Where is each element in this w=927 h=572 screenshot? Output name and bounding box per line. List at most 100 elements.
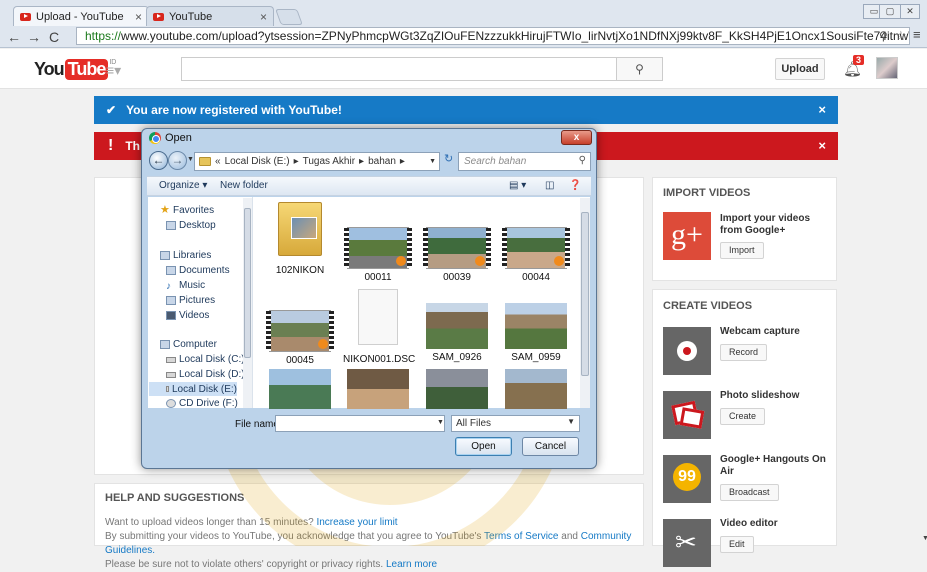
- edit-button[interactable]: Edit: [720, 536, 754, 553]
- nav-drive-c[interactable]: Local Disk (C:): [166, 354, 245, 365]
- guide-menu-icon[interactable]: ≡▾: [106, 62, 121, 79]
- file-item[interactable]: [265, 369, 335, 409]
- breadcrumb-overflow: «: [215, 156, 221, 167]
- youtube-favicon-icon: [153, 12, 164, 21]
- file-item[interactable]: [501, 369, 571, 409]
- search-input[interactable]: [181, 57, 617, 81]
- recent-locations-icon[interactable]: ▼: [187, 156, 194, 163]
- nav-computer[interactable]: Computer: [160, 339, 217, 350]
- learn-more-link[interactable]: Learn more: [386, 559, 437, 570]
- photo-thumbnail: [426, 369, 488, 409]
- file-item[interactable]: SAM_0926: [422, 303, 492, 363]
- bookmark-star-icon[interactable]: ☆: [895, 28, 907, 44]
- import-button[interactable]: Import: [720, 242, 764, 259]
- create-button[interactable]: Create: [720, 408, 766, 425]
- breadcrumb-drive[interactable]: Local Disk (E:): [225, 156, 290, 167]
- breadcrumb-current[interactable]: bahan: [368, 156, 396, 167]
- file-item[interactable]: NIKON001.DSC: [343, 289, 416, 365]
- dialog-forward-icon[interactable]: →: [168, 151, 187, 170]
- close-tab-icon[interactable]: ×: [135, 10, 142, 24]
- registered-message: You are now registered with YouTube!: [126, 103, 342, 117]
- terms-link[interactable]: Terms of Service: [484, 531, 558, 542]
- file-name-input[interactable]: [275, 415, 445, 432]
- photo-thumbnail: [505, 303, 567, 349]
- record-button[interactable]: Record: [720, 344, 768, 361]
- help-icon[interactable]: ❓: [569, 180, 581, 191]
- nav-drive-f[interactable]: CD Drive (F:): [166, 398, 238, 409]
- view-options-icon[interactable]: ▤ ▾: [509, 180, 526, 191]
- slideshow-title: Photo slideshow: [720, 390, 800, 401]
- nav-desktop[interactable]: Desktop: [166, 220, 216, 231]
- file-item[interactable]: 00011: [343, 227, 413, 283]
- dialog-toolbar: Organize ▾ New folder ▤ ▾ ◫ ❓: [147, 176, 591, 196]
- close-tab-icon[interactable]: ×: [260, 10, 267, 24]
- file-type-select[interactable]: All Files ▼: [451, 415, 580, 432]
- forward-icon[interactable]: →: [24, 29, 44, 45]
- reload-icon[interactable]: C: [44, 29, 64, 45]
- increase-limit-link[interactable]: Increase your limit: [316, 517, 397, 528]
- tab-youtube[interactable]: YouTube ×: [146, 6, 274, 26]
- file-item[interactable]: 102NIKON: [265, 202, 335, 276]
- close-banner-icon[interactable]: ×: [818, 138, 826, 153]
- file-list: 102NIKON 00011 00039 00044 00045 NIKON00…: [253, 197, 590, 409]
- avatar[interactable]: [876, 57, 898, 79]
- nav-favorites[interactable]: ★ Favorites: [160, 204, 214, 217]
- zoom-icon[interactable]: ⚲: [879, 29, 888, 43]
- folder-icon: [199, 157, 211, 166]
- search-button[interactable]: ⚲: [616, 57, 663, 81]
- gplus-import-title: Import your videos from Google+: [720, 213, 811, 236]
- nav-drive-e[interactable]: Local Disk (E:): [149, 382, 237, 396]
- close-banner-icon[interactable]: ×: [818, 102, 826, 117]
- breadcrumb-folder[interactable]: Tugas Akhir: [303, 156, 355, 167]
- notification-count-badge: 3: [853, 55, 865, 65]
- organize-button[interactable]: Organize ▾: [159, 180, 207, 191]
- preview-pane-icon[interactable]: ◫: [545, 180, 554, 191]
- nav-pane-scrollbar[interactable]: [243, 198, 252, 408]
- help-text: Want to upload videos longer than 15 min…: [105, 517, 314, 528]
- file-item[interactable]: 00039: [422, 227, 492, 283]
- file-name: 102NIKON: [275, 265, 325, 276]
- cancel-button[interactable]: Cancel: [522, 437, 579, 456]
- help-section: HELP AND SUGGESTIONS Want to upload vide…: [94, 483, 644, 570]
- file-name: NIKON001.DSC: [343, 354, 416, 365]
- nav-drive-d[interactable]: Local Disk (D:): [166, 369, 245, 380]
- refresh-icon[interactable]: ↻: [444, 152, 456, 171]
- nav-music[interactable]: ♪ Music: [166, 280, 205, 292]
- page-scroll-down-icon[interactable]: ▼: [922, 535, 927, 542]
- upload-button[interactable]: Upload: [775, 58, 825, 80]
- nav-documents[interactable]: Documents: [166, 265, 230, 276]
- file-item[interactable]: 00045: [265, 310, 335, 366]
- dialog-search-input[interactable]: Search bahan ⚲: [458, 152, 591, 171]
- file-item[interactable]: 00044: [501, 227, 571, 283]
- dialog-close-button[interactable]: x: [561, 130, 592, 145]
- file-name-dropdown-icon[interactable]: ▼: [437, 419, 444, 426]
- nav-pictures[interactable]: Pictures: [166, 295, 215, 306]
- file-name: SAM_0959: [511, 352, 561, 363]
- file-item[interactable]: [343, 369, 413, 409]
- youtube-logo[interactable]: You Tube ID: [34, 59, 116, 80]
- address-dropdown-icon[interactable]: ▼: [429, 158, 436, 165]
- file-list-scrollbar[interactable]: [580, 198, 590, 408]
- back-icon[interactable]: ←: [4, 29, 24, 45]
- libraries-icon: [160, 251, 170, 260]
- close-window-button[interactable]: ✕: [900, 4, 920, 19]
- play-icon: [318, 339, 328, 349]
- star-icon: ★: [160, 204, 170, 216]
- nav-libraries[interactable]: Libraries: [160, 250, 211, 261]
- file-item[interactable]: SAM_0959: [501, 303, 571, 363]
- new-folder-button[interactable]: New folder: [220, 180, 268, 191]
- file-item[interactable]: [422, 369, 492, 409]
- address-bar[interactable]: https://www.youtube.com/upload?ytsession…: [76, 27, 910, 45]
- menu-icon[interactable]: ≡: [913, 27, 921, 42]
- drive-icon: [166, 371, 176, 378]
- maximize-button[interactable]: ▢: [879, 4, 901, 19]
- dialog-address-bar[interactable]: « Local Disk (E:) ▸ Tugas Akhir ▸ bahan …: [194, 152, 440, 171]
- logo-tube: Tube: [64, 59, 109, 80]
- open-button[interactable]: Open: [455, 437, 512, 456]
- broadcast-button[interactable]: Broadcast: [720, 484, 779, 501]
- generic-file-icon: [358, 289, 398, 345]
- tab-upload[interactable]: Upload - YouTube ×: [13, 6, 149, 26]
- nav-videos[interactable]: Videos: [166, 310, 209, 321]
- dialog-back-icon[interactable]: ←: [149, 151, 168, 170]
- computer-icon: [160, 340, 170, 349]
